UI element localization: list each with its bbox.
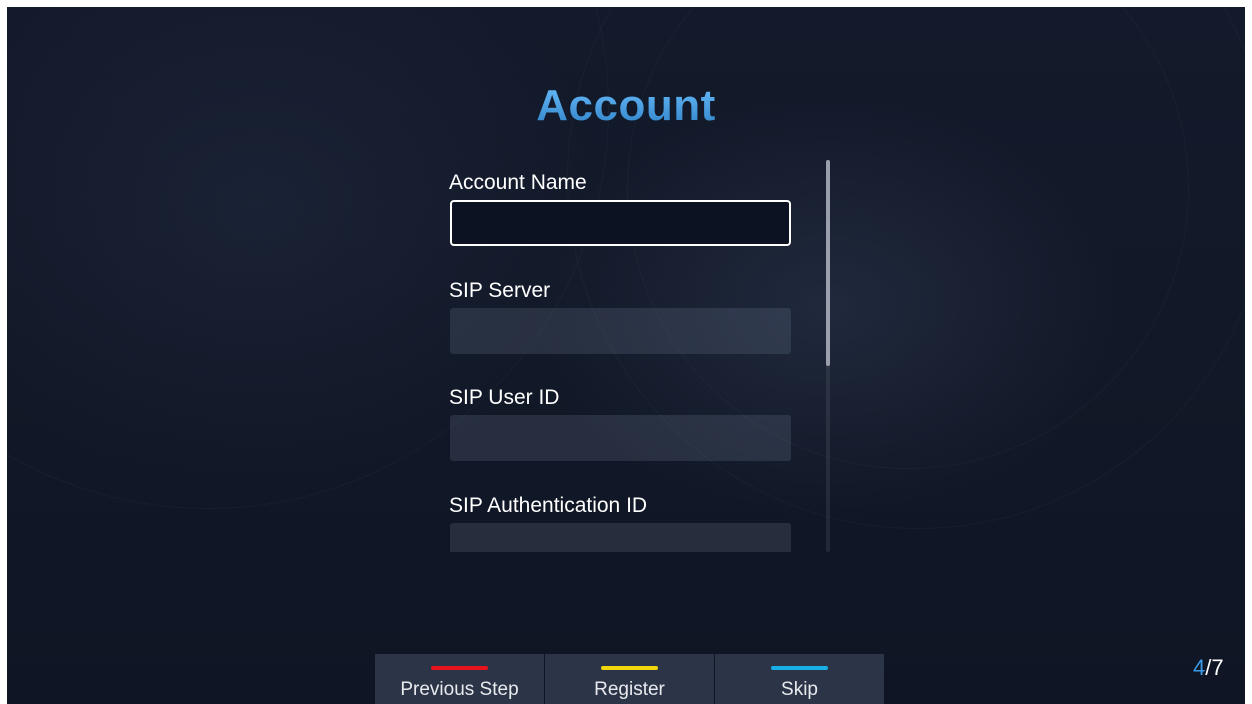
current-step: 4 xyxy=(1193,655,1206,680)
previous-step-button[interactable]: Previous Step xyxy=(375,654,544,704)
sip-user-id-input[interactable] xyxy=(450,415,791,461)
form-scrollbar-thumb[interactable] xyxy=(826,160,830,366)
page-title: Account xyxy=(7,81,1245,131)
setup-wizard-screen: Account Account Name SIP Server SIP User… xyxy=(7,7,1245,704)
sip-authentication-id-input[interactable] xyxy=(450,523,791,552)
account-form: Account Name SIP Server SIP User ID SIP … xyxy=(449,157,794,552)
sip-server-label: SIP Server xyxy=(449,279,551,302)
skip-button[interactable]: Skip xyxy=(715,654,884,704)
account-name-label: Account Name xyxy=(449,171,587,194)
total-steps: 7 xyxy=(1211,655,1224,680)
register-button[interactable]: Register xyxy=(545,654,714,704)
sip-authentication-id-label: SIP Authentication ID xyxy=(449,494,648,517)
form-scrollbar[interactable] xyxy=(826,160,830,552)
account-name-input[interactable] xyxy=(450,200,791,246)
sip-user-id-label: SIP User ID xyxy=(449,386,560,409)
yellow-key-indicator xyxy=(601,666,658,670)
action-bar: Previous Step Register Skip xyxy=(375,654,885,704)
previous-step-label: Previous Step xyxy=(400,679,519,700)
blue-key-indicator xyxy=(771,666,828,670)
sip-server-input[interactable] xyxy=(450,308,791,354)
register-label: Register xyxy=(594,679,665,700)
step-indicator: 4/7 xyxy=(1193,655,1224,681)
red-key-indicator xyxy=(431,666,488,670)
skip-label: Skip xyxy=(781,679,818,700)
